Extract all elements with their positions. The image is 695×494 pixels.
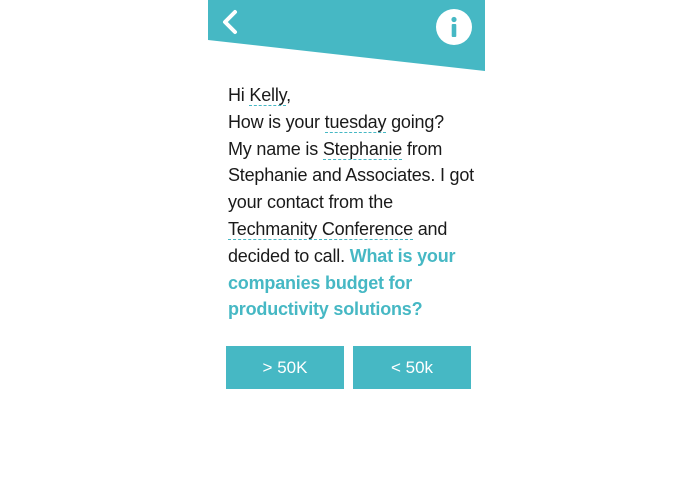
weekday-keyword[interactable]: tuesday	[324, 111, 386, 133]
info-button[interactable]	[436, 9, 472, 45]
answer-options: > 50K < 50k	[226, 346, 471, 389]
line2-end-text: going?	[386, 111, 444, 132]
option-under-50k-button[interactable]: < 50k	[353, 346, 471, 389]
recipient-name-keyword[interactable]: Kelly	[249, 85, 286, 106]
back-button[interactable]	[218, 8, 242, 38]
script-message: Hi Kelly, How is your tuesday going? My …	[228, 82, 478, 323]
info-icon	[451, 16, 457, 37]
event-name-keyword[interactable]: Techmanity Conference	[228, 218, 413, 240]
option-over-50k-button[interactable]: > 50K	[226, 346, 344, 389]
phone-screen: Hi Kelly, How is your tuesday going? My …	[208, 0, 485, 494]
header-banner	[208, 0, 485, 72]
chevron-left-icon	[223, 10, 237, 34]
greeting-end-text: ,	[286, 85, 291, 105]
greeting-text: Hi	[228, 85, 250, 105]
line2-start-text: How is your	[228, 111, 325, 132]
line3-start-text: My name is	[228, 138, 323, 159]
sender-name-keyword[interactable]: Stephanie	[322, 138, 402, 160]
